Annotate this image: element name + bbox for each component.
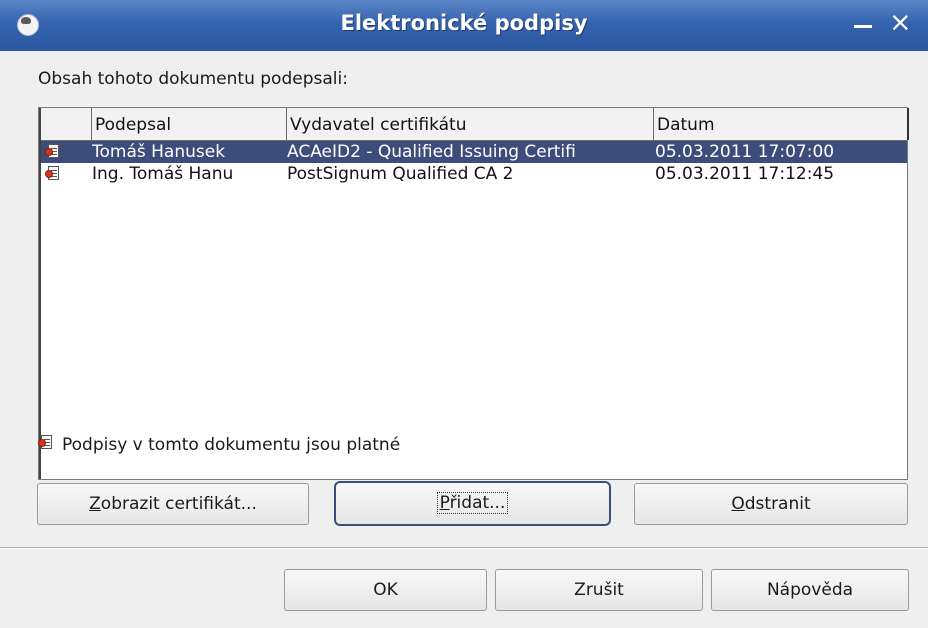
column-header-date[interactable]: Datum [653,108,909,140]
view-certificate-label: obrazit certifikát... [100,494,257,514]
view-certificate-button[interactable]: Zobrazit certifikát... [37,483,309,525]
certificate-valid-icon [38,434,54,452]
table-row[interactable]: Tomáš Hanusek ACAeID2 - Qualified Issuin… [41,141,907,163]
title-bar[interactable]: Elektronické podpisy × [0,0,928,51]
issuer-cell: ACAeID2 - Qualified Issuing Certifi [287,142,576,162]
remove-mnemonic: O [731,494,745,514]
certificate-icon [45,163,75,187]
add-label: řidat... [449,493,506,513]
add-mnemonic: P [439,493,450,513]
certificate-icon [45,141,75,165]
remove-label: dstranit [744,494,811,514]
column-header-signed-by[interactable]: Podepsal [91,108,286,140]
separator [0,547,928,549]
close-icon[interactable]: × [889,9,912,36]
list-header: Podepsal Vydavatel certifikátu Datum [41,108,909,141]
column-header-issuer[interactable]: Vydavatel certifikátu [286,108,653,140]
signatures-dialog: Obsah tohoto dokumentu podepsali: Podeps… [0,51,928,628]
table-row[interactable]: Ing. Tomáš Hanu PostSignum Qualified CA … [41,163,907,185]
signed-by-cell: Tomáš Hanusek [92,142,226,162]
column-header-icon[interactable] [41,108,91,140]
help-button[interactable]: Nápověda [711,569,909,611]
date-cell: 05.03.2011 17:12:45 [655,164,835,184]
ok-button[interactable]: OK [284,569,487,611]
view-certificate-mnemonic: Z [89,494,101,514]
cancel-button[interactable]: Zrušit [495,569,703,611]
signed-by-cell: Ing. Tomáš Hanu [92,164,234,184]
signatures-list[interactable]: Podepsal Vydavatel certifikátu Datum Tom… [38,107,909,480]
issuer-cell: PostSignum Qualified CA 2 [287,164,514,184]
intro-label: Obsah tohoto dokumentu podepsali: [38,69,348,89]
window-title: Elektronické podpisy [340,11,588,35]
add-button[interactable]: Přidat... [334,481,611,526]
focus-ring: Přidat... [436,492,509,514]
status-text: Podpisy v tomto dokumentu jsou platné [62,435,401,455]
remove-button[interactable]: Odstranit [634,483,908,525]
validity-status: Podpisy v tomto dokumentu jsou platné [38,432,400,455]
date-cell: 05.03.2011 17:07:00 [655,142,835,162]
